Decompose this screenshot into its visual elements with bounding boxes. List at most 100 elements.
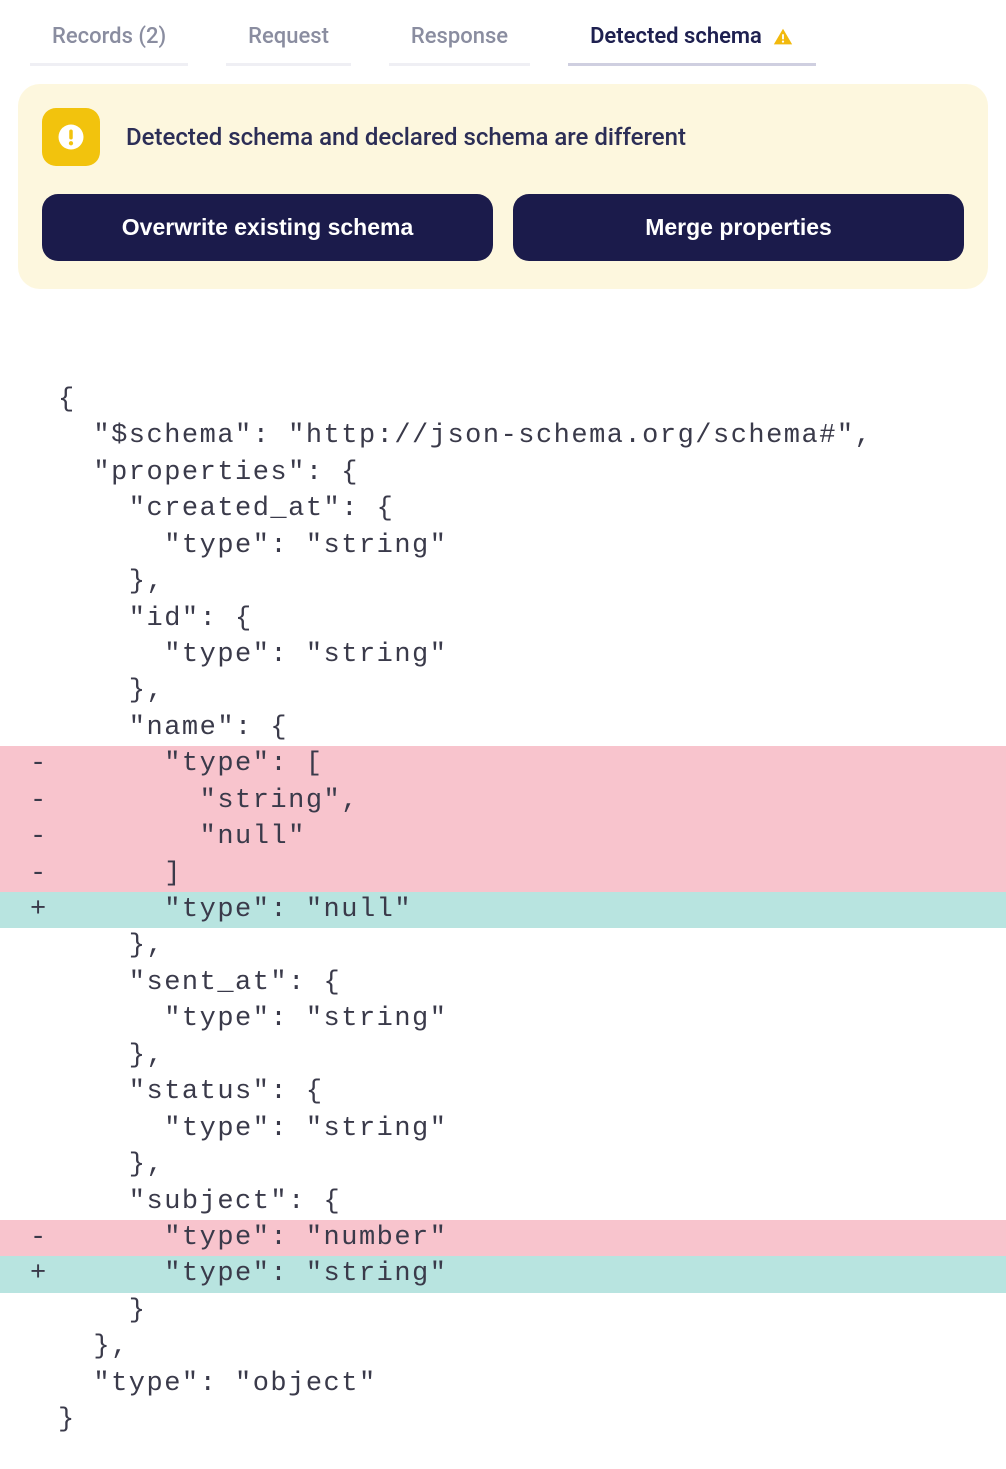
code-text: {: [58, 382, 76, 418]
warning-icon: [42, 108, 100, 166]
code-text: "type": "string": [58, 1256, 447, 1292]
notice-message: Detected schema and declared schema are …: [126, 123, 686, 151]
code-text: "type": "string": [58, 1111, 447, 1147]
diff-marker: [30, 1366, 58, 1402]
code-line: },: [0, 673, 1006, 709]
code-text: "null": [58, 819, 306, 855]
code-text: "type": "object": [58, 1366, 377, 1402]
code-line: + "type": "string": [0, 1256, 1006, 1292]
code-text: "properties": {: [58, 455, 359, 491]
code-line: },: [0, 1329, 1006, 1365]
code-line: - "string",: [0, 783, 1006, 819]
diff-marker: [30, 1329, 58, 1365]
code-text: "type": "string": [58, 637, 447, 673]
code-text: },: [58, 1147, 164, 1183]
code-line: {: [0, 382, 1006, 418]
code-line: },: [0, 928, 1006, 964]
diff-marker: -: [30, 746, 58, 782]
code-line: "type": "string": [0, 1111, 1006, 1147]
code-text: },: [58, 673, 164, 709]
code-line: + "type": "null": [0, 892, 1006, 928]
code-line: "status": {: [0, 1074, 1006, 1110]
diff-marker: -: [30, 819, 58, 855]
schema-diff-code: { "$schema": "http://json-schema.org/sch…: [0, 289, 1006, 1469]
code-line: "id": {: [0, 601, 1006, 637]
code-line: - ]: [0, 856, 1006, 892]
diff-marker: [30, 601, 58, 637]
code-line: "type": "string": [0, 1001, 1006, 1037]
diff-marker: [30, 382, 58, 418]
tab-label: Detected schema: [590, 24, 762, 49]
tab-records-2[interactable]: Records (2): [30, 12, 188, 66]
overwrite-schema-button[interactable]: Overwrite existing schema: [42, 194, 493, 261]
code-line: - "type": "number": [0, 1220, 1006, 1256]
code-text: ]: [58, 856, 182, 892]
code-text: "$schema": "http://json-schema.org/schem…: [58, 418, 872, 454]
diff-marker: [30, 1402, 58, 1438]
diff-marker: [30, 1001, 58, 1037]
diff-marker: [30, 1038, 58, 1074]
tab-label: Records (2): [52, 24, 166, 49]
diff-marker: +: [30, 892, 58, 928]
code-text: "type": [: [58, 746, 324, 782]
code-line: "sent_at": {: [0, 965, 1006, 1001]
code-text: },: [58, 1329, 129, 1365]
notice-header: Detected schema and declared schema are …: [42, 108, 964, 166]
code-line: },: [0, 1147, 1006, 1183]
diff-marker: -: [30, 783, 58, 819]
code-text: "type": "null": [58, 892, 412, 928]
tab-label: Response: [411, 24, 508, 49]
code-text: "created_at": {: [58, 491, 394, 527]
code-line: },: [0, 564, 1006, 600]
code-text: "type": "string": [58, 1001, 447, 1037]
diff-marker: [30, 491, 58, 527]
diff-marker: [30, 637, 58, 673]
tab-detected-schema[interactable]: Detected schema: [568, 12, 816, 66]
diff-marker: [30, 1074, 58, 1110]
diff-marker: [30, 1147, 58, 1183]
code-line: }: [0, 1402, 1006, 1438]
diff-marker: [30, 564, 58, 600]
code-line: "type": "string": [0, 637, 1006, 673]
tab-bar: Records (2) Request Response Detected schem…: [0, 0, 1006, 66]
diff-marker: [30, 418, 58, 454]
diff-marker: +: [30, 1256, 58, 1292]
code-text: "id": {: [58, 601, 253, 637]
code-line: "name": {: [0, 710, 1006, 746]
code-line: - "type": [: [0, 746, 1006, 782]
notice-actions: Overwrite existing schema Merge properti…: [42, 194, 964, 261]
code-line: }: [0, 1293, 1006, 1329]
diff-marker: [30, 1111, 58, 1147]
diff-marker: [30, 965, 58, 1001]
code-line: - "null": [0, 819, 1006, 855]
merge-properties-button[interactable]: Merge properties: [513, 194, 964, 261]
tab-request[interactable]: Request: [226, 12, 351, 66]
schema-diff-notice: Detected schema and declared schema are …: [18, 84, 988, 289]
code-line: "$schema": "http://json-schema.org/schem…: [0, 418, 1006, 454]
code-text: "type": "number": [58, 1220, 447, 1256]
code-text: "status": {: [58, 1074, 324, 1110]
code-line: "type": "object": [0, 1366, 1006, 1402]
code-text: },: [58, 1038, 164, 1074]
diff-marker: [30, 673, 58, 709]
code-text: "sent_at": {: [58, 965, 341, 1001]
diff-marker: [30, 528, 58, 564]
diff-marker: [30, 710, 58, 746]
code-text: },: [58, 564, 164, 600]
code-line: "created_at": {: [0, 491, 1006, 527]
code-text: },: [58, 928, 164, 964]
diff-marker: -: [30, 856, 58, 892]
diff-marker: [30, 455, 58, 491]
tab-response[interactable]: Response: [389, 12, 530, 66]
diff-marker: [30, 1293, 58, 1329]
code-text: }: [58, 1293, 147, 1329]
diff-marker: [30, 1184, 58, 1220]
code-line: "properties": {: [0, 455, 1006, 491]
code-text: "subject": {: [58, 1184, 341, 1220]
code-line: "type": "string": [0, 528, 1006, 564]
warning-triangle-icon: [772, 26, 794, 48]
code-text: "name": {: [58, 710, 288, 746]
code-text: "type": "string": [58, 528, 447, 564]
code-line: "subject": {: [0, 1184, 1006, 1220]
code-text: }: [58, 1402, 76, 1438]
